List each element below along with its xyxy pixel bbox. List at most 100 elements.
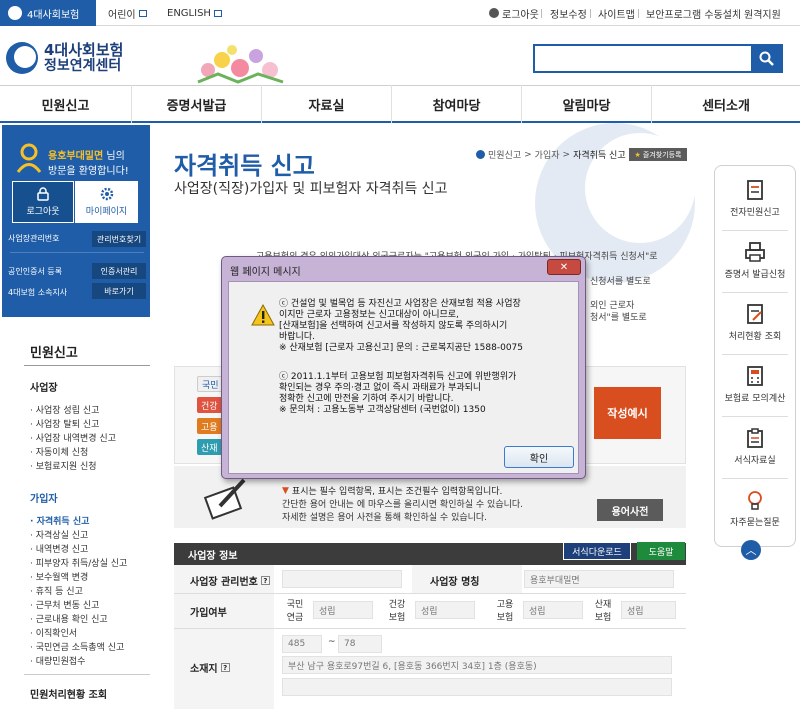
help-icon[interactable]: ? [260,576,270,585]
tab-english[interactable]: ENGLISH [167,0,222,26]
sidebar-item[interactable]: · 피부양자 취득/상실 신고 [30,556,127,569]
mypage-label: 마이페이지 [85,207,128,217]
sidebar-item[interactable]: · 보험료지원 신청 [30,459,97,472]
sidebar-status-inquiry[interactable]: 민원처리현황 조회 [30,686,107,701]
sidebar-item[interactable]: · 근무처 변동 신고 [30,598,99,611]
nav-certificate[interactable]: 증명서발급 [132,85,262,123]
sidebar-item-active[interactable]: · 자격취득 신고 [30,514,89,527]
cert-register-label: 공인인증서 등록 [8,267,63,276]
notice-text: 청서"를 별도로 [590,313,647,323]
ins-name: 고용 보험 [496,600,514,623]
sidebar-item[interactable]: · 내역변경 신고 [30,542,88,555]
search-input[interactable] [533,44,783,73]
search-icon [759,51,774,66]
divider [24,674,150,675]
name-field-label: 사업장 명칭 [430,577,480,588]
dialog-ok-button[interactable]: 확인 [504,446,574,468]
help-icon[interactable]: ? [220,663,230,672]
divider [737,9,738,18]
favorite-button[interactable]: ★ 즐겨찾기등록 [629,148,687,161]
breadcrumb-item[interactable]: 민원신고 [488,148,521,161]
sidebar-group-subscriber[interactable]: 가입자 [30,490,58,505]
sidebar-item[interactable]: · 보수월액 변경 [30,570,88,583]
nav-complaint[interactable]: 민원신고 [0,85,132,123]
sidebar-item[interactable]: · 사업장 성립 신고 [30,403,99,416]
logout-button[interactable]: 로그아웃 [12,181,74,223]
sidebar-item[interactable]: · 대량민원접수 [30,654,85,667]
divider [10,252,144,253]
sidebar-item[interactable]: · 근로내용 확인 신고 [30,612,108,625]
quick-item-calculator[interactable]: 보험료 모의계산 [714,366,796,404]
dialog-message-1: ⓒ 건설업 및 벌목업 등 자진신고 사업장은 산재보험 적용 사업장 이지만 … [279,299,523,353]
mgmt-no-field-label: 사업장 관리번호? [190,573,270,588]
divider [638,9,639,18]
close-icon: ✕ [559,261,569,273]
branch-go-button[interactable]: 바로가기 [92,283,146,299]
quick-item-forms[interactable]: 서식자료실 [714,428,796,466]
quick-item-status[interactable]: 처리현황 조회 [714,304,796,342]
ins-status-input[interactable]: 성립 [313,601,373,619]
window-icon [213,9,222,17]
sidebar-item[interactable]: · 국민연금 소득총액 신고 [30,640,124,653]
divider [174,593,686,594]
sidebar-item[interactable]: · 휴직 등 신고 [30,584,83,597]
logo-line2: 정보연계센터 [44,58,122,74]
sitemap-link[interactable]: 사이트맵 [598,0,635,26]
zip-dash: ~ [328,637,336,647]
pencil-note-icon [203,478,246,520]
scroll-top-button[interactable]: ︿ [741,540,761,560]
mypage-button[interactable]: 마이페이지 [75,181,138,223]
window-icon [138,9,147,17]
quick-item-faq[interactable]: 자주묻는질문 [714,490,796,528]
sidebar-item[interactable]: · 사업장 내역변경 신고 [30,431,116,444]
mgmt-no-label: 사업장관리번호 [8,234,60,243]
cert-manage-button[interactable]: 인증서관리 [92,263,146,279]
ins-status-input[interactable]: 성립 [523,601,583,619]
quick-item-e-complaint[interactable]: 전자민원신고 [714,180,796,218]
page-subtitle: 사업장(직장)가입자 및 피보험자 자격취득 신고 [174,181,448,197]
breadcrumb-current: 자격취득 신고 [573,151,626,161]
form-download-button[interactable]: 서식다운로드 [563,542,631,560]
ins-status-input[interactable]: 성립 [621,601,676,619]
dictionary-button[interactable]: 용어사전 [597,499,663,521]
zip1-input[interactable]: 485 [282,635,322,653]
sidebar-item[interactable]: · 사업장 탈퇴 신고 [30,417,99,430]
mgmt-no-input[interactable] [282,570,402,588]
address-input[interactable]: 부산 남구 용호로97번길 6, [용호동 366번지 34호] 1층 (용호동… [282,656,672,674]
help-button[interactable]: 도움말 [637,542,685,560]
remote-support-link[interactable]: 원격지원 [744,0,781,26]
sidebar-item[interactable]: · 자동이체 신청 [30,445,88,458]
calculator-icon [747,366,763,386]
search-button[interactable] [751,44,783,73]
sidebar-group-workplace[interactable]: 사업장 [30,379,58,394]
quick-item-certificate[interactable]: 증명서 발급신청 [714,242,796,280]
branch-label: 4대보험 소속지사 [8,288,68,297]
edit-info-link[interactable]: 정보수정 [550,0,587,26]
printer-icon [745,242,765,262]
lock-icon [37,187,49,201]
nav-participation[interactable]: 참여마당 [392,85,522,123]
divider [722,416,788,417]
divider [590,9,591,18]
nav-library[interactable]: 자료실 [262,85,392,123]
security-program-link[interactable]: 보안프로그램 수동설치 [646,0,741,26]
logout-link[interactable]: 로그아웃 [489,0,539,26]
sidebar-item[interactable]: · 이직확인서 [30,626,77,639]
site-logo[interactable]: 4대사회보험 정보연계센터 [6,42,123,74]
address-detail-input[interactable] [282,678,672,696]
zip2-input[interactable]: 78 [338,635,382,653]
ins-status-input[interactable]: 성립 [415,601,475,619]
dialog-message-2: ⓒ 2011.1.1부터 고용보험 피보험자격취득 신고에 위반행위가 확인되는… [279,372,517,415]
find-mgmt-no-button[interactable]: 관리번호찾기 [92,231,146,247]
dialog-close-button[interactable]: ✕ [547,259,581,275]
edit-document-icon [747,304,763,324]
sidebar-item[interactable]: · 자격상실 신고 [30,528,88,541]
tab-4-insurance[interactable]: 4대사회보험 [0,0,96,26]
sidebar-menu-title: 민원신고 [30,346,78,361]
dialog-title: 웹 페이지 메시지 [230,267,301,278]
tab-kids[interactable]: 어린이 [108,0,147,26]
example-button[interactable]: 작성예시 [594,387,661,439]
name-input[interactable]: 용호부대밀면 [524,570,674,588]
logo-mini-icon [8,6,22,20]
breadcrumb-item[interactable]: 가입자 [535,148,560,161]
